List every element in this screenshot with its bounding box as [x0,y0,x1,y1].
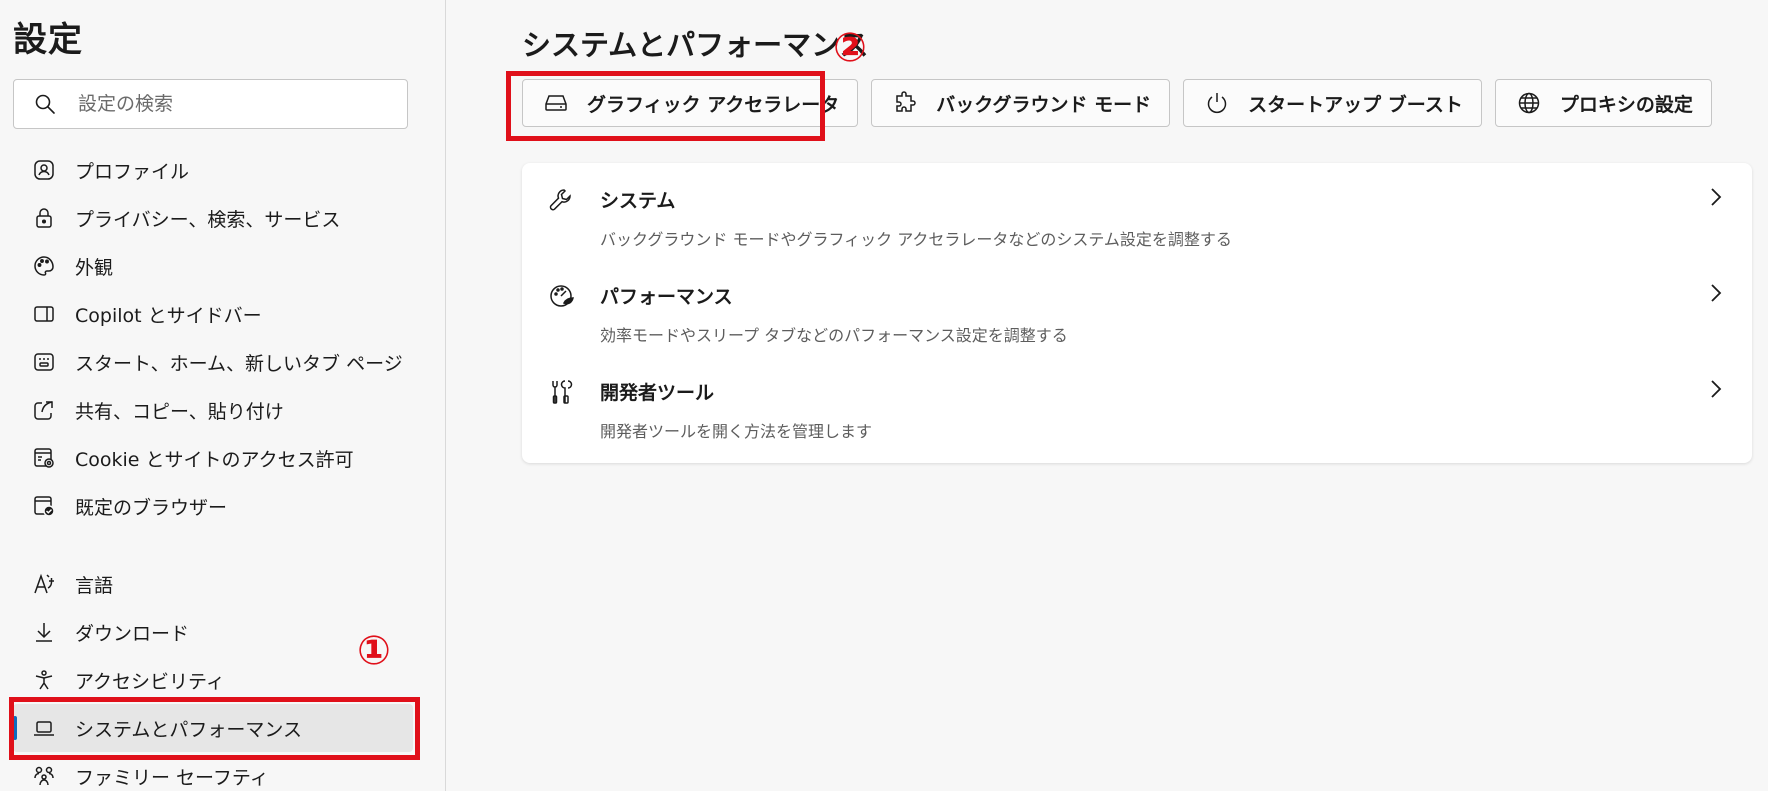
system-row[interactable]: システム バックグラウンド モードやグラフィック アクセラレータなどのシステム設… [522,163,1752,259]
sidebar-item-label: 共有、コピー、貼り付け [75,400,284,423]
settings-card: システム バックグラウンド モードやグラフィック アクセラレータなどのシステム設… [522,163,1752,463]
home-page-icon [31,349,57,375]
palette-icon [31,253,57,279]
startup-boost-button[interactable]: スタートアップ ブースト [1183,79,1482,127]
sidebar-item-label: Cookie とサイトのアクセス許可 [75,448,354,471]
row-description: 開発者ツールを開く方法を管理します [600,422,873,441]
dev-tools-icon [546,377,576,407]
sidebar-item-downloads[interactable]: ダウンロード [13,608,413,656]
sidebar-item-appearance[interactable]: 外観 [13,242,413,290]
sidebar-item-cookies[interactable]: Cookie とサイトのアクセス許可 [13,434,413,482]
developer-tools-row[interactable]: 開発者ツール 開発者ツールを開く方法を管理します [522,355,1752,451]
sidebar-item-label: ダウンロード [75,622,190,645]
sidebar-item-language[interactable]: 言語 [13,560,413,608]
settings-search-box[interactable] [13,79,408,129]
nav-group-gap [13,530,413,560]
sidebar-item-default-browser[interactable]: 既定のブラウザー [13,482,413,530]
sidebar-item-start-home[interactable]: スタート、ホーム、新しいタブ ページ [13,338,413,386]
sidebar-item-label: 既定のブラウザー [75,496,228,519]
power-icon [1204,90,1230,116]
sidebar-item-label: 外観 [75,256,114,279]
sidebar-item-label: プロファイル [75,160,190,183]
annotation-marker-1: ① [357,628,391,674]
row-description: バックグラウンド モードやグラフィック アクセラレータなどのシステム設定を調整す… [600,230,1232,249]
wrench-icon [546,185,576,215]
performance-icon [546,281,576,311]
language-icon [31,571,57,597]
sidebar-item-label: 言語 [75,574,114,597]
default-browser-icon [31,493,57,519]
chevron-right-icon [1706,377,1726,401]
row-title: パフォーマンス [600,286,733,308]
globe-icon [1516,90,1542,116]
row-description: 効率モードやスリープ タブなどのパフォーマンス設定を調整する [600,326,1068,345]
chevron-right-icon [1706,281,1726,305]
sidebar-item-privacy[interactable]: プライバシー、検索、サービス [13,194,413,242]
sidebar-item-share[interactable]: 共有、コピー、貼り付け [13,386,413,434]
sidebar-item-label: ファミリー セーフティ [75,766,269,789]
family-icon [31,763,57,789]
annotation-marker-2: ② [833,25,867,71]
puzzle-icon [892,90,918,116]
quick-button-label: プロキシの設定 [1559,93,1693,116]
download-icon [31,619,57,645]
row-title: システム [600,190,676,212]
sidebar-icon [31,301,57,327]
chevron-right-icon [1706,185,1726,209]
sidebar-title: 設定 [13,20,83,60]
accessibility-icon [31,667,57,693]
sidebar-item-label: Copilot とサイドバー [75,304,262,327]
lock-icon [31,205,57,231]
proxy-settings-button[interactable]: プロキシの設定 [1494,79,1712,127]
quick-button-label: スタートアップ ブースト [1248,93,1463,116]
sidebar-item-label: アクセシビリティ [75,670,225,693]
settings-search-input[interactable] [78,93,378,115]
row-title: 開発者ツール [600,382,715,404]
page-title: システムとパフォーマンス [522,28,869,62]
sidebar-item-profile[interactable]: プロファイル [13,146,413,194]
sidebar-item-copilot[interactable]: Copilot とサイドバー [13,290,413,338]
annotation-highlight-graphics-acceleration [506,71,825,141]
site-permissions-icon [31,445,57,471]
sidebar-item-label: スタート、ホーム、新しいタブ ページ [75,352,403,375]
profile-icon [31,157,57,183]
performance-row[interactable]: パフォーマンス 効率モードやスリープ タブなどのパフォーマンス設定を調整する [522,259,1752,355]
settings-nav: プロファイル プライバシー、検索、サービス 外観 Copilot とサイドバー … [13,146,413,791]
quick-button-label: バックグラウンド モード [936,93,1152,116]
share-icon [31,397,57,423]
sidebar-item-label: プライバシー、検索、サービス [75,208,341,231]
search-icon [34,93,56,115]
annotation-highlight-system-performance [9,697,420,760]
background-mode-button[interactable]: バックグラウンド モード [871,79,1171,127]
